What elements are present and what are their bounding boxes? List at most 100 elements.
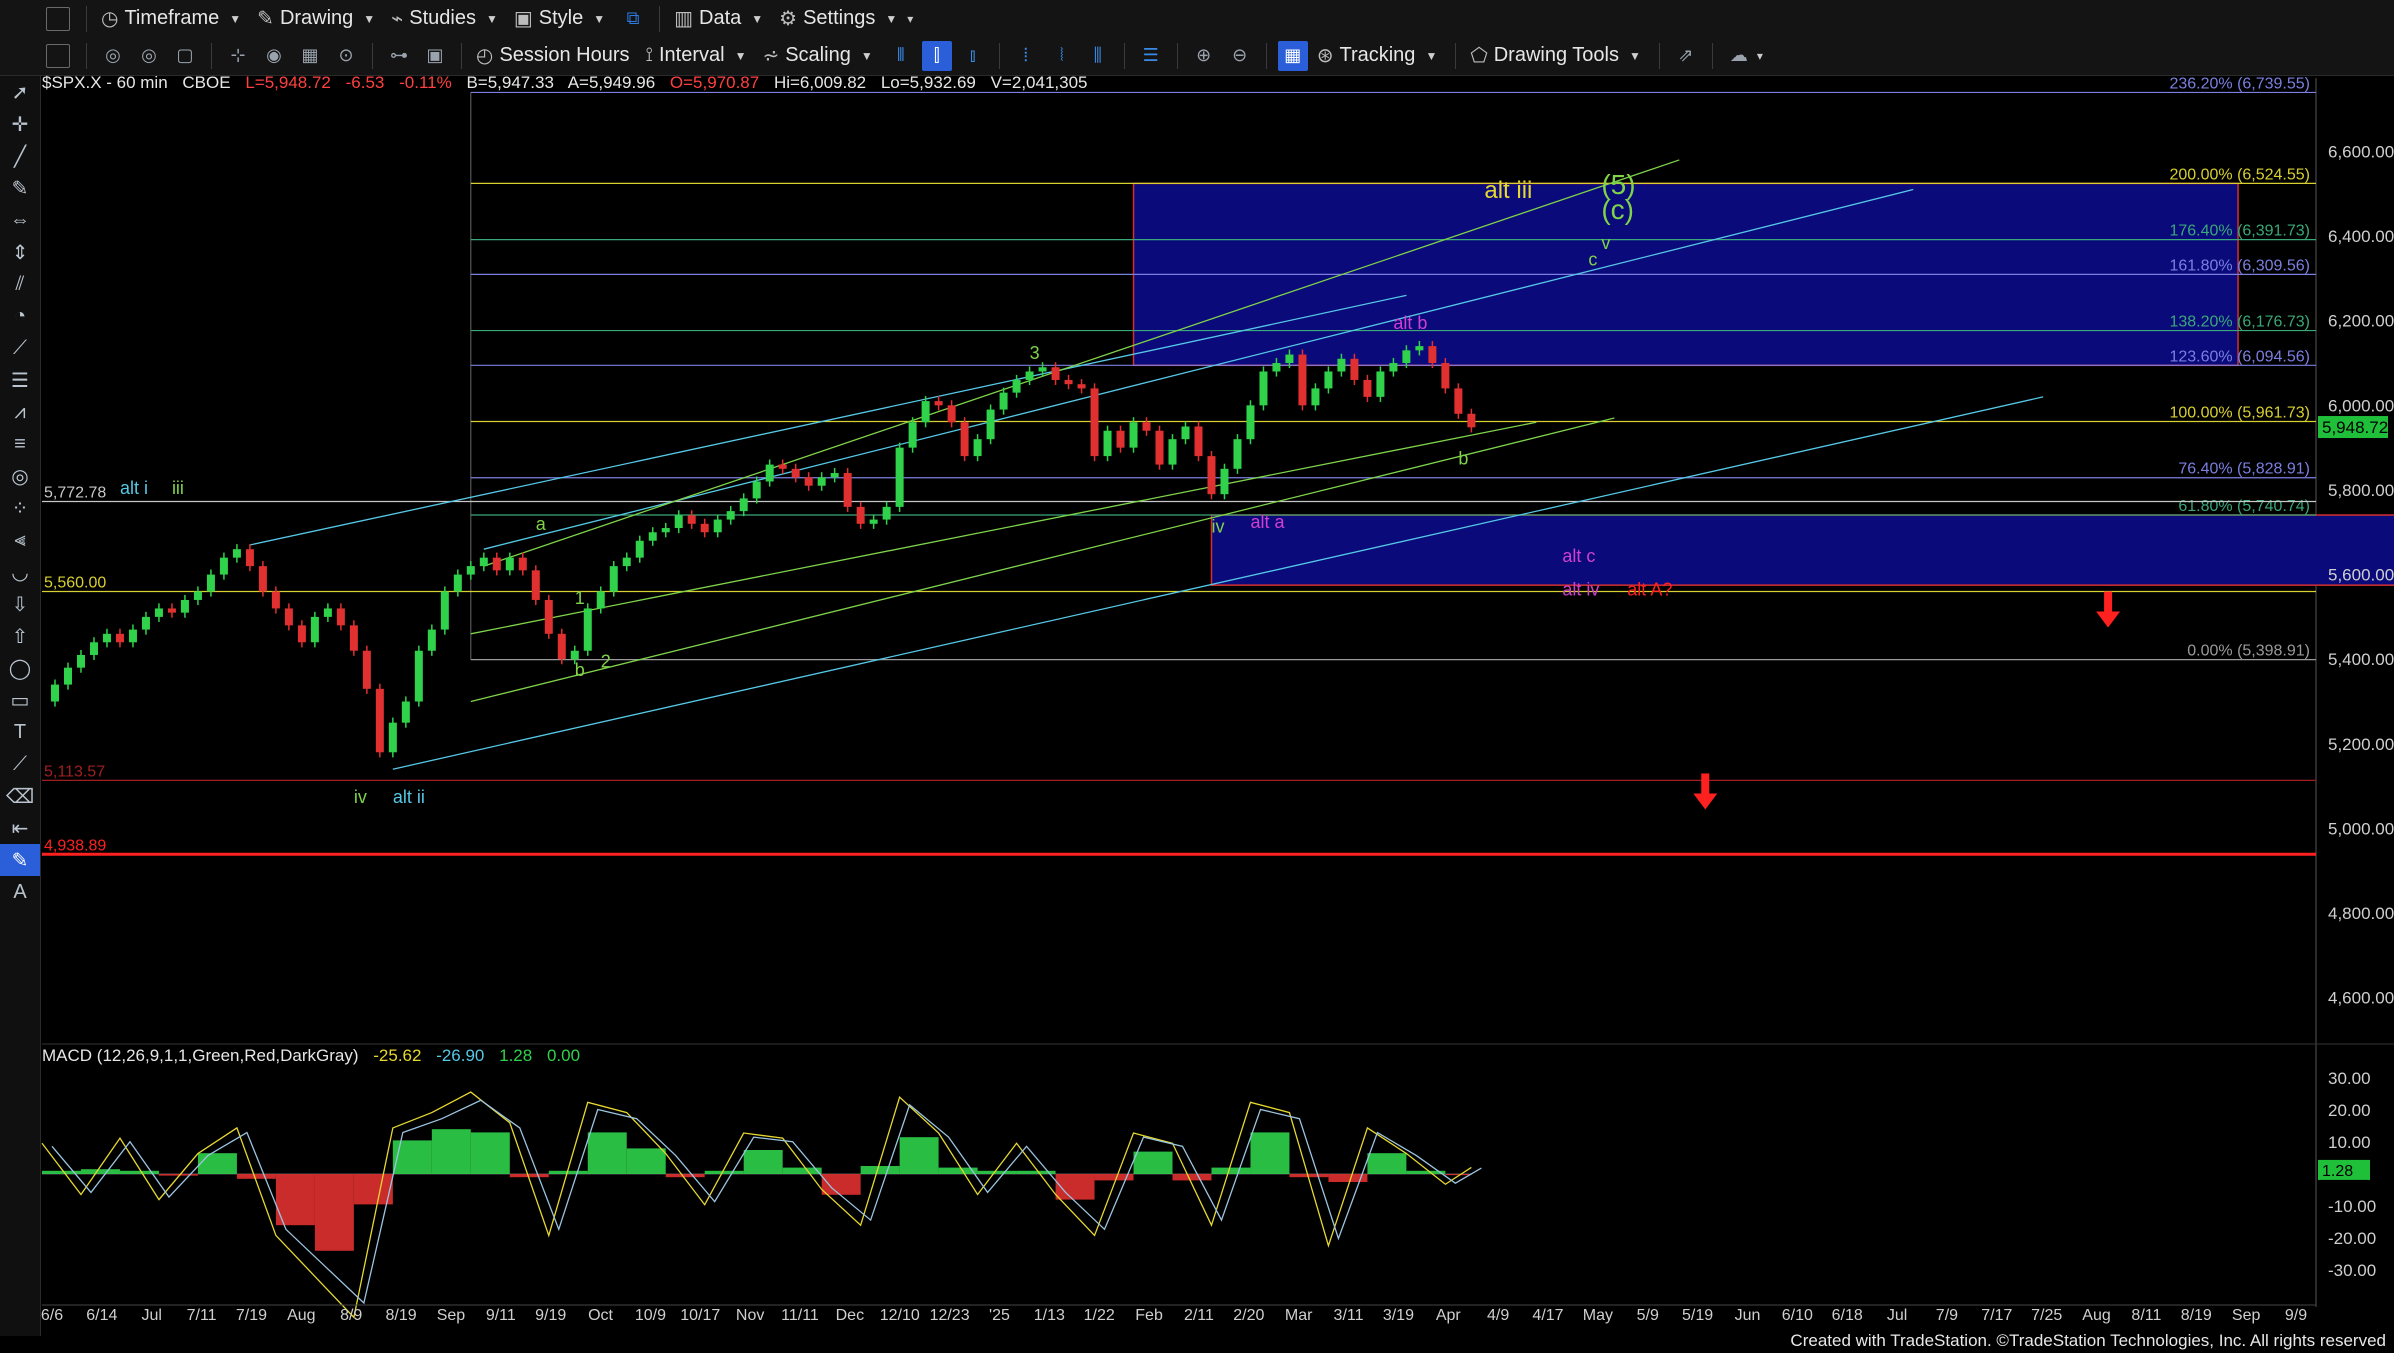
macd-histogram-bar: [1367, 1153, 1407, 1174]
target-icon[interactable]: ◎: [0, 460, 40, 492]
ellipse-icon[interactable]: ◯: [0, 652, 40, 684]
macd-tick-label: -30.00: [2328, 1261, 2376, 1280]
macd-histogram-bar: [431, 1129, 471, 1174]
drawing-menu[interactable]: ✎ Drawing ▼: [251, 4, 381, 34]
link-icon[interactable]: ⧉: [618, 4, 648, 34]
arrow-up-tool-icon[interactable]: ⇧: [0, 620, 40, 652]
scatter-icon[interactable]: ⁘: [0, 492, 40, 524]
chat-icon[interactable]: ☁: [1724, 41, 1754, 71]
horizontal-line-icon[interactable]: ⇔: [0, 204, 40, 236]
macd-histogram-bar: [236, 1174, 276, 1179]
separator: [659, 5, 661, 32]
chevron-down-icon: ▼: [1628, 48, 1641, 63]
zoom-in-icon[interactable]: ⊕: [1189, 41, 1219, 71]
refresh-icon[interactable]: ◎: [98, 41, 128, 71]
window-icon[interactable]: ▢: [170, 41, 200, 71]
speed-lines-icon[interactable]: ⫷: [0, 524, 40, 556]
eraser-icon[interactable]: ⌫: [0, 780, 40, 812]
pointer-icon[interactable]: ➚: [0, 76, 40, 108]
interval-menu[interactable]: ⟟ Interval ▼: [640, 41, 753, 71]
candle-body: [1064, 379, 1073, 385]
text-color-icon[interactable]: A: [0, 876, 40, 908]
crosshair-icon[interactable]: ⊹: [223, 41, 253, 71]
scale-icon[interactable]: ⇤: [0, 812, 40, 844]
candle-body: [713, 519, 722, 533]
vertical-line-icon[interactable]: ⇕: [0, 236, 40, 268]
overflow-chevron-icon[interactable]: ▾: [1757, 49, 1763, 63]
studies-menu[interactable]: ⌁ Studies ▼: [385, 4, 504, 34]
separator: [998, 42, 1000, 69]
timeframe-menu[interactable]: ◷ Timeframe ▼: [95, 4, 247, 34]
tracking-menu[interactable]: ⊛ Tracking ▼: [1311, 41, 1444, 71]
layout-icon[interactable]: [46, 43, 70, 68]
trendline-icon[interactable]: ╱: [0, 140, 40, 172]
compress-bars-icon[interactable]: ⦚: [1047, 41, 1077, 71]
candle-body: [492, 557, 501, 571]
macd-tick-label: -20.00: [2328, 1229, 2376, 1248]
hollow-candle-icon[interactable]: ⫾: [958, 41, 988, 71]
ruler-icon[interactable]: ⟋: [0, 332, 40, 364]
macd-histogram-bar: [509, 1174, 549, 1178]
fib-icon[interactable]: ☰: [0, 364, 40, 396]
arc-icon[interactable]: ◡: [0, 556, 40, 588]
expand-bars-icon[interactable]: ⫼: [1083, 41, 1113, 71]
wave-label: b: [575, 660, 585, 680]
zoom-out-icon[interactable]: ⊖: [1225, 41, 1255, 71]
window-menu-icon[interactable]: [46, 6, 70, 31]
zoom-bars-icon[interactable]: ⦙: [1011, 41, 1041, 71]
candle-body: [570, 650, 579, 660]
cycle-icon[interactable]: ◉: [259, 41, 289, 71]
line-tool-icon[interactable]: ⟋: [0, 748, 40, 780]
candle-body: [232, 549, 241, 558]
draw-active-icon[interactable]: ✎: [0, 844, 40, 876]
separator: [372, 42, 373, 69]
sync-icon[interactable]: ◎: [134, 41, 164, 71]
cursor-icon[interactable]: ⊙: [331, 41, 361, 71]
candle-chart-icon[interactable]: ⫿: [921, 40, 952, 71]
wave-label: v: [1601, 233, 1610, 253]
fib-retracement-icon[interactable]: ≡: [0, 428, 40, 460]
grid-icon[interactable]: ▦: [1277, 40, 1308, 71]
horizontal-level-label: 5,772.78: [44, 484, 106, 501]
bar-chart-icon[interactable]: ⫴: [886, 41, 916, 71]
pencil-tool-icon[interactable]: ✎: [0, 172, 40, 204]
candle-body: [908, 422, 917, 448]
open-price: O=5,970.87: [669, 73, 760, 92]
style-menu[interactable]: ▣ Style ▼: [508, 4, 611, 34]
macd-histogram-bar: [158, 1174, 198, 1176]
screenshot-icon[interactable]: ▣: [420, 41, 450, 71]
cycle-tool-icon[interactable]: ◔: [0, 300, 40, 332]
candle-body: [778, 464, 787, 469]
layers-icon[interactable]: ☰: [1136, 41, 1166, 71]
symbol-label: $SPX.X - 60 min: [42, 73, 168, 92]
time-tick-label: Mar: [1285, 1307, 1313, 1324]
parallel-channel-icon[interactable]: ⫽: [0, 268, 40, 300]
gann-icon[interactable]: ⩘: [0, 396, 40, 428]
rectangle-icon[interactable]: ▭: [0, 684, 40, 716]
candle-body: [284, 608, 293, 626]
candle-body: [1467, 413, 1476, 428]
drawing-tools-menu[interactable]: ⬠ Drawing Tools ▼: [1464, 41, 1647, 71]
candle-body: [1415, 346, 1424, 351]
scaling-menu[interactable]: ⩫ Scaling ▼: [756, 41, 878, 71]
crosshair-tool-icon[interactable]: ✛: [0, 108, 40, 140]
picture-icon[interactable]: ▦: [295, 41, 325, 71]
chart-canvas[interactable]: 236.20% (6,739.55)200.00% (6,524.55)176.…: [0, 0, 2394, 1353]
data-menu[interactable]: ▥ Data ▼: [668, 4, 769, 34]
text-tool-icon[interactable]: T: [0, 716, 40, 748]
indicator-icon[interactable]: ⊶: [384, 41, 414, 71]
candle-body: [401, 701, 410, 723]
arrow-down-tool-icon[interactable]: ⇩: [0, 588, 40, 620]
candle-body: [1181, 426, 1190, 440]
settings-menu[interactable]: ⚙ Settings ▼: [773, 4, 903, 34]
candle-body: [557, 633, 566, 660]
fib-level-label: 161.80% (6,309.56): [2169, 257, 2310, 274]
export-icon[interactable]: ⇗: [1671, 41, 1701, 71]
session-hours-menu[interactable]: ◴ Session Hours: [470, 41, 636, 71]
footer-credit: Created with TradeStation. ©TradeStation…: [1790, 1331, 2386, 1351]
candle-body: [752, 481, 761, 499]
wave-label: (c): [1601, 194, 1634, 225]
percent-change: -0.11%: [399, 73, 452, 92]
candle-body: [1220, 468, 1229, 495]
overflow-chevron-icon[interactable]: ▾: [907, 12, 913, 26]
